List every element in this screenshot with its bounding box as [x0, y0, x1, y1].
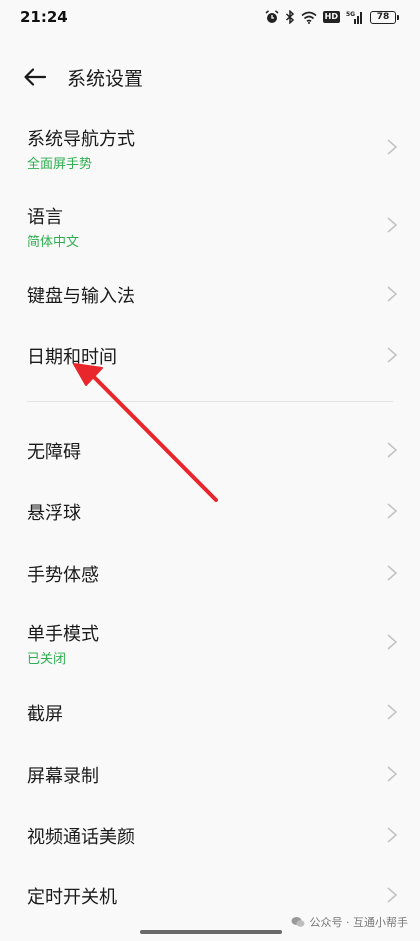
status-time: 21:24	[20, 8, 68, 26]
hd-icon: HD	[322, 11, 340, 23]
item-title: 单手模式	[27, 624, 99, 645]
watermark-text: 公众号 · 互通小帮手	[309, 916, 409, 929]
status-icons: HD 5G 78	[265, 8, 399, 26]
settings-item-one-handed[interactable]: 单手模式 已关闭	[0, 605, 420, 681]
item-title: 悬浮球	[27, 503, 81, 524]
settings-item-video-beauty[interactable]: 视频通话美颜	[0, 806, 420, 864]
item-title: 定时开关机	[27, 887, 117, 908]
item-title: 日期和时间	[27, 347, 117, 368]
item-title: 手势体感	[27, 565, 99, 586]
chevron-right-icon	[387, 286, 398, 302]
wifi-icon	[301, 11, 317, 24]
item-title: 系统导航方式	[27, 129, 135, 150]
item-title: 屏幕录制	[27, 766, 99, 787]
settings-item-screenshot[interactable]: 截屏	[0, 683, 420, 741]
item-title: 截屏	[27, 704, 63, 725]
settings-item-floating-ball[interactable]: 悬浮球	[0, 482, 420, 540]
chevron-right-icon	[387, 634, 398, 650]
chevron-right-icon	[387, 347, 398, 363]
chevron-right-icon	[387, 704, 398, 720]
signal-icon: 5G	[346, 11, 362, 24]
item-subtitle: 简体中文	[27, 235, 80, 250]
chevron-right-icon	[387, 442, 398, 458]
chevron-right-icon	[387, 565, 398, 581]
wechat-icon	[291, 917, 304, 927]
settings-item-language[interactable]: 语言 简体中文	[0, 186, 420, 262]
chevron-right-icon	[387, 139, 398, 155]
item-subtitle: 已关闭	[27, 652, 67, 667]
page-title: 系统设置	[67, 68, 144, 90]
svg-text:5G: 5G	[346, 11, 355, 18]
settings-item-date-time[interactable]: 日期和时间	[0, 326, 420, 384]
item-title: 视频通话美颜	[27, 827, 135, 848]
chevron-right-icon	[387, 827, 398, 843]
bluetooth-icon	[285, 10, 294, 24]
item-title: 语言	[27, 207, 63, 228]
item-title: 无障碍	[27, 442, 81, 463]
chevron-right-icon	[387, 887, 398, 903]
section-divider	[27, 401, 393, 402]
settings-item-accessibility[interactable]: 无障碍	[0, 420, 420, 478]
home-indicator[interactable]	[140, 930, 282, 934]
settings-item-gestures[interactable]: 手势体感	[0, 543, 420, 601]
settings-item-navigation[interactable]: 系统导航方式 全面屏手势	[0, 108, 420, 184]
chevron-right-icon	[387, 766, 398, 782]
item-subtitle: 全面屏手势	[27, 157, 93, 172]
item-title: 键盘与输入法	[27, 286, 135, 307]
chevron-right-icon	[387, 503, 398, 519]
watermark: 公众号 · 互通小帮手	[291, 914, 409, 930]
battery-icon: 78	[370, 10, 399, 24]
status-bar: 21:24 HD 5G 78	[0, 0, 420, 34]
settings-item-screen-recording[interactable]: 屏幕录制	[0, 744, 420, 802]
arrow-left-icon[interactable]	[22, 64, 48, 90]
chevron-right-icon	[387, 217, 398, 233]
settings-item-keyboard[interactable]: 键盘与输入法	[0, 266, 420, 322]
header: 系统设置	[0, 56, 420, 100]
alarm-icon	[265, 10, 279, 23]
